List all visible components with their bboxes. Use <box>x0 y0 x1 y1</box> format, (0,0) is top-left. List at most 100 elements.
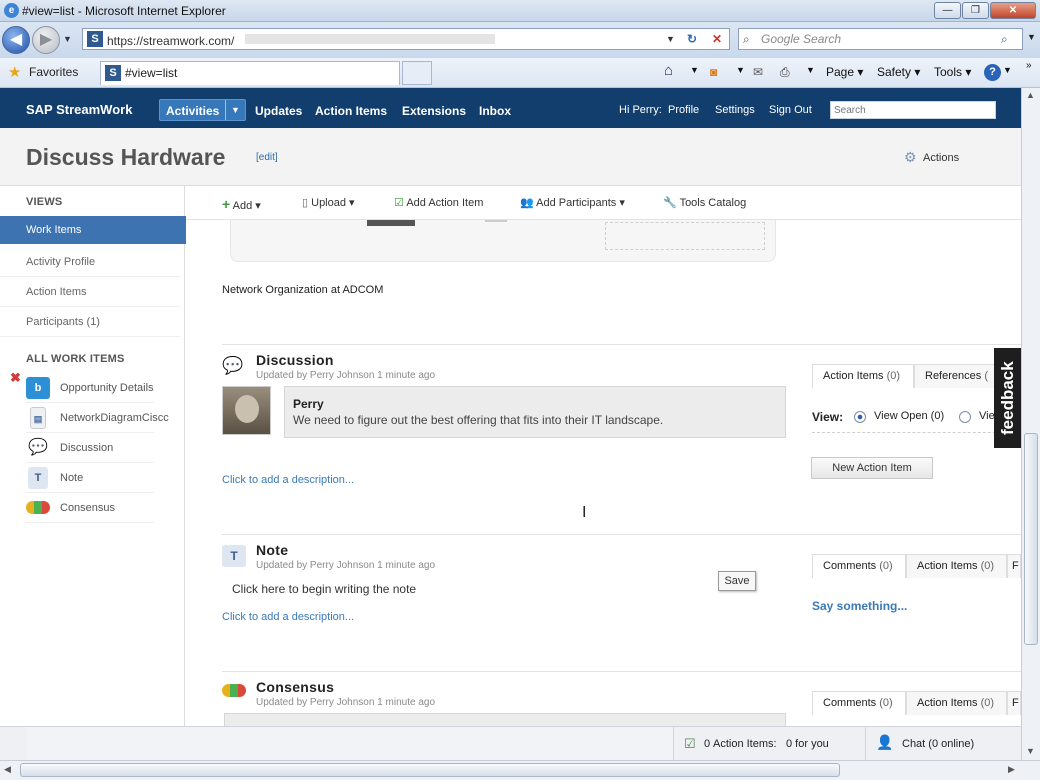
vertical-scrollbar[interactable]: ▲ ▼ <box>1021 88 1040 760</box>
horizontal-scrollbar[interactable]: ◀ ▶ <box>0 760 1040 780</box>
actions-button[interactable]: Actions <box>923 152 959 164</box>
tab-action-items[interactable]: Action Items (0) <box>906 554 1007 578</box>
safety-menu[interactable]: Safety ▾ <box>877 65 920 79</box>
rss-icon[interactable]: ◙ <box>710 65 717 79</box>
settings-link[interactable]: Settings <box>715 104 755 116</box>
note-icon: T <box>222 545 246 567</box>
action-items-status[interactable]: ☑ 0 Action Items: 0 for you <box>676 727 866 760</box>
print-dropdown-icon[interactable]: ▼ <box>806 65 815 75</box>
avatar-face <box>235 395 259 423</box>
address-dropdown-icon[interactable]: ▼ <box>666 29 675 49</box>
mail-icon[interactable]: ✉ <box>753 65 763 79</box>
consensus-side-tabs: Comments (0) Action Items (0) F <box>812 691 1021 715</box>
sidebar-item-activity-profile[interactable]: Activity Profile <box>0 247 180 277</box>
search-dropdown-icon[interactable]: ▼ <box>1027 32 1036 42</box>
nav-updates[interactable]: Updates <box>255 104 302 118</box>
back-button[interactable]: ◀ <box>2 26 30 54</box>
tab-comments[interactable]: Comments (0) <box>812 554 906 578</box>
chevrons-icon[interactable]: » <box>1026 60 1032 71</box>
work-item-opportunity-details[interactable]: b Opportunity Details <box>26 373 154 403</box>
divider <box>812 432 1021 433</box>
browser-title-bar: e #view=list - Microsoft Internet Explor… <box>0 0 1040 22</box>
scroll-left-icon[interactable]: ◀ <box>4 764 11 775</box>
work-item-label: Consensus <box>60 502 116 514</box>
stop-icon[interactable]: ✕ <box>706 29 728 49</box>
chat-status[interactable]: 👤 Chat (0 online) <box>868 727 988 760</box>
work-item-label: Discussion <box>60 442 114 454</box>
address-bar[interactable]: S https://streamwork.com/ ▼ ↻ ✕ <box>82 28 730 50</box>
pin-icon[interactable]: ✖ <box>10 370 21 386</box>
search-go-icon[interactable]: ⌕ <box>1001 29 1008 49</box>
sidebar-item-participants[interactable]: Participants (1) <box>0 307 180 337</box>
add-participants-button[interactable]: 👥 Add Participants ▾ <box>520 196 625 209</box>
note-side-tabs: Comments (0) Action Items (0) F <box>812 554 1021 578</box>
note-title: Note <box>256 542 289 558</box>
tools-menu[interactable]: Tools ▾ <box>934 65 971 79</box>
radio-view-other[interactable] <box>959 411 971 423</box>
close-window-button[interactable]: ✕ <box>990 2 1036 19</box>
app-nav-bar: SAP StreamWork Activities ▼ Updates Acti… <box>0 88 1021 128</box>
page-menu[interactable]: Page ▾ <box>826 65 863 79</box>
signout-link[interactable]: Sign Out <box>769 104 812 116</box>
consensus-box <box>224 713 786 726</box>
history-dropdown-icon[interactable]: ▼ <box>63 34 72 44</box>
minimize-button[interactable]: — <box>934 2 961 19</box>
discussion-side-tabs: Action Items (0) References ( <box>812 364 1021 388</box>
nav-extensions[interactable]: Extensions <box>402 104 466 118</box>
add-description-link[interactable]: Click to add a description... <box>222 474 354 486</box>
forward-button[interactable]: ▶ <box>32 26 60 54</box>
nav-action-items[interactable]: Action Items <box>315 104 387 118</box>
upload-label: Upload <box>311 197 346 209</box>
consensus-updated: Updated by Perry Johnson 1 minute ago <box>256 697 435 708</box>
scroll-down-icon[interactable]: ▼ <box>1026 746 1035 756</box>
maximize-button[interactable]: ❐ <box>962 2 989 19</box>
radio-view-open[interactable] <box>854 411 866 423</box>
tab-more[interactable]: F <box>1007 691 1021 715</box>
save-button[interactable]: Save <box>718 571 756 591</box>
work-item-network-diagram[interactable]: ▤ NetworkDiagramCiscc <box>26 403 169 433</box>
new-tab-button[interactable] <box>402 61 432 85</box>
scroll-up-icon[interactable]: ▲ <box>1026 90 1035 100</box>
sidebar-item-action-items[interactable]: Action Items <box>0 277 180 307</box>
refresh-icon[interactable]: ↻ <box>681 29 703 49</box>
nav-inbox[interactable]: Inbox <box>479 104 511 118</box>
feedback-tab[interactable]: feedback <box>994 348 1021 448</box>
scroll-right-icon[interactable]: ▶ <box>1008 764 1015 775</box>
help-icon[interactable]: ? <box>984 64 1001 81</box>
nav-activities[interactable]: Activities ▼ <box>159 99 246 121</box>
tab-action-items[interactable]: Action Items (0) <box>812 364 914 388</box>
tab-count: (0) <box>879 697 893 709</box>
add-description-link[interactable]: Click to add a description... <box>222 611 354 623</box>
add-action-item-button[interactable]: ☑ Add Action Item <box>394 196 483 209</box>
say-something-link[interactable]: Say something... <box>812 599 907 613</box>
print-icon[interactable]: ⎙ <box>780 65 790 80</box>
work-item-note[interactable]: T Note <box>26 463 154 493</box>
profile-link[interactable]: Profile <box>668 104 699 116</box>
address-row: ◀ ▶ ▼ S https://streamwork.com/ ▼ ↻ ✕ ⌕ … <box>0 22 1040 58</box>
discussion-title: Discussion <box>256 352 334 368</box>
tab-action-items[interactable]: Action Items (0) <box>906 691 1007 715</box>
work-item-consensus[interactable]: Consensus <box>26 493 154 523</box>
new-action-item-button[interactable]: New Action Item <box>811 457 933 479</box>
chevron-down-icon[interactable]: ▼ <box>225 100 245 120</box>
edit-title-link[interactable]: [edit] <box>256 152 278 163</box>
scroll-thumb[interactable] <box>1024 433 1038 645</box>
tools-catalog-button[interactable]: 🔧 Tools Catalog <box>663 196 746 209</box>
scroll-thumb[interactable] <box>20 763 840 777</box>
sidebar-item-work-items[interactable]: Work Items <box>0 216 198 244</box>
tab-comments[interactable]: Comments (0) <box>812 691 906 715</box>
help-dropdown-icon[interactable]: ▼ <box>1003 65 1012 75</box>
home-icon[interactable]: ⌂ <box>664 62 673 79</box>
rss-dropdown-icon[interactable]: ▼ <box>736 65 745 75</box>
tab-more[interactable]: F <box>1007 554 1021 578</box>
work-item-discussion[interactable]: 💬 Discussion <box>26 433 154 463</box>
favorites-button[interactable]: Favorites <box>29 65 78 79</box>
browser-tab[interactable]: S #view=list <box>100 61 400 85</box>
note-editor[interactable]: Click here to begin writing the note <box>232 582 416 596</box>
home-dropdown-icon[interactable]: ▼ <box>690 65 699 75</box>
upload-button[interactable]: ▯ Upload ▾ <box>302 196 355 209</box>
app-search-input[interactable] <box>830 101 996 119</box>
url-text: https://streamwork.com/ <box>107 34 235 48</box>
browser-search-box[interactable]: ⌕ Google Search ⌕ <box>738 28 1023 50</box>
add-button[interactable]: + Add ▾ <box>222 196 261 212</box>
